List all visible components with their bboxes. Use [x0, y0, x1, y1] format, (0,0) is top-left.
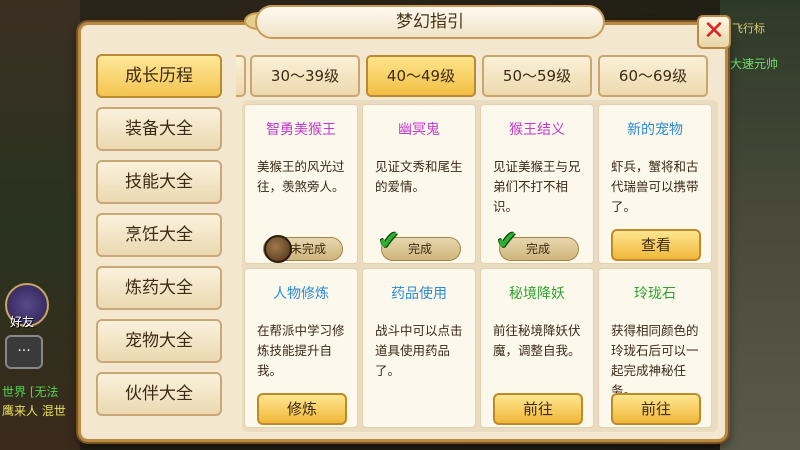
- world-chat-line-2: 鹰来人 混世: [2, 404, 66, 418]
- guide-card: 猴王结义 见证美猴王与兄弟们不打不相识。 ✔ 完成: [480, 104, 594, 264]
- friends-label: 好友: [10, 315, 35, 329]
- tab-level-30-39[interactable]: 30～39级: [250, 55, 360, 97]
- card-description: 见证文秀和尾生的爱情。: [375, 159, 463, 194]
- status-badge: 未完成: [263, 235, 343, 263]
- tab-level-40-49[interactable]: 40～49级: [366, 55, 476, 97]
- tab-previous-partial[interactable]: [236, 55, 246, 97]
- card-title: 新的宠物: [627, 122, 683, 138]
- card-title: 玲珑石: [634, 286, 676, 302]
- guide-card: 人物修炼 在帮派中学习修炼技能提升自我。 修炼: [244, 268, 358, 428]
- card-title: 秘境降妖: [509, 286, 565, 302]
- card-title: 幽冥鬼: [398, 122, 440, 138]
- status-badge: ✔ 完成: [496, 228, 579, 261]
- go-button[interactable]: 前往: [493, 393, 583, 425]
- card-title: 药品使用: [391, 286, 447, 302]
- card-description: 战斗中可以点击道具使用药品了。: [375, 323, 463, 378]
- card-description: 见证美猴王与兄弟们不打不相识。: [493, 159, 581, 214]
- guide-card: 药品使用 战斗中可以点击道具使用药品了。: [362, 268, 476, 428]
- chat-icon[interactable]: ···: [5, 335, 43, 369]
- npc-name-label: 大速元帅: [730, 57, 779, 71]
- status-text: 未完成: [290, 242, 327, 256]
- guide-card: 智勇美猴王 美猴王的风光过往，羡煞旁人。 未完成: [244, 104, 358, 264]
- map-label: 飞行标: [732, 22, 765, 35]
- close-button[interactable]: ✕: [697, 15, 731, 49]
- sidebar-item-cooking[interactable]: 烹饪大全: [96, 213, 222, 257]
- close-icon: ✕: [703, 16, 725, 46]
- card-description: 美猴王的风光过往，羡煞旁人。: [257, 159, 345, 194]
- card-description: 获得相同颜色的玲珑石后可以一起完成神秘任务。: [611, 323, 699, 398]
- guide-card: 幽冥鬼 见证文秀和尾生的爱情。 ✔ 完成: [362, 104, 476, 264]
- world-chat-line-1: 世界 [无法: [2, 385, 59, 399]
- game-background-left: [0, 0, 80, 450]
- sidebar-item-skills[interactable]: 技能大全: [96, 160, 222, 204]
- sidebar-item-pets[interactable]: 宠物大全: [96, 319, 222, 363]
- card-description: 在帮派中学习修炼技能提升自我。: [257, 323, 345, 378]
- sidebar-item-growth[interactable]: 成长历程: [96, 54, 222, 98]
- sidebar-item-partners[interactable]: 伙伴大全: [96, 372, 222, 416]
- status-text: 完成: [526, 242, 551, 256]
- guide-card: 玲珑石 获得相同颜色的玲珑石后可以一起完成神秘任务。 前往: [598, 268, 712, 428]
- cultivate-button[interactable]: 修炼: [257, 393, 347, 425]
- tab-level-60-69[interactable]: 60～69级: [598, 55, 708, 97]
- tab-level-50-59[interactable]: 50～59级: [482, 55, 592, 97]
- status-text: 完成: [408, 242, 433, 256]
- go-button[interactable]: 前往: [611, 393, 701, 425]
- card-title: 猴王结义: [509, 122, 565, 138]
- incomplete-icon: [264, 235, 292, 263]
- sidebar-item-alchemy[interactable]: 炼药大全: [96, 266, 222, 310]
- window-title: 梦幻指引: [255, 5, 605, 39]
- card-title: 智勇美猴王: [266, 122, 336, 138]
- status-badge: ✔ 完成: [378, 228, 461, 261]
- card-description: 虾兵，蟹将和古代瑞兽可以携带了。: [611, 159, 699, 214]
- guide-card: 新的宠物 虾兵，蟹将和古代瑞兽可以携带了。 查看: [598, 104, 712, 264]
- sidebar-item-equipment[interactable]: 装备大全: [96, 107, 222, 151]
- card-title: 人物修炼: [273, 286, 329, 302]
- card-description: 前往秘境降妖伏魔，调整自我。: [493, 323, 581, 358]
- checkmark-icon: ✔: [378, 226, 400, 256]
- view-button[interactable]: 查看: [611, 229, 701, 261]
- guide-card: 秘境降妖 前往秘境降妖伏魔，调整自我。 前往: [480, 268, 594, 428]
- guide-content: 智勇美猴王 美猴王的风光过往，羡煞旁人。 未完成 幽冥鬼 见证文秀和尾生的爱情。…: [242, 100, 718, 432]
- checkmark-icon: ✔: [496, 226, 518, 256]
